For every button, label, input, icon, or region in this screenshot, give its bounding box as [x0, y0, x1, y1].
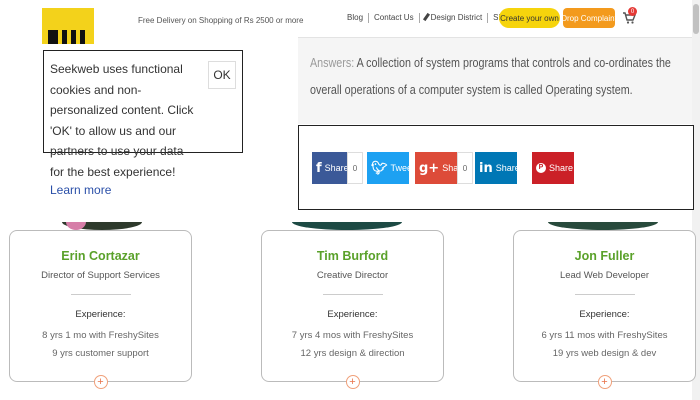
pencil-icon	[422, 12, 430, 22]
team-card-erin: Erin Cortazar Director of Support Servic…	[9, 230, 192, 389]
answer-label: Answers:	[310, 56, 355, 70]
card-divider	[70, 294, 131, 295]
linkedin-share-button[interactable]: in Share	[475, 152, 520, 184]
expand-plus-icon[interactable]: +	[345, 375, 360, 389]
team-member-role: Director of Support Services	[41, 270, 160, 281]
nav-blog[interactable]: Blog	[347, 13, 368, 23]
pinterest-icon: P	[536, 163, 546, 173]
experience-line-2: 12 yrs design & direction	[300, 348, 405, 359]
experience-line-1: 7 yrs 4 mos with FreshySites	[291, 330, 414, 341]
experience-line-1: 6 yrs 11 mos with FreshySites	[541, 330, 668, 341]
facebook-share-button[interactable]: f Share	[312, 152, 349, 184]
team-member-name: Erin Cortazar	[61, 249, 140, 263]
google-plus-icon: g+	[419, 160, 440, 176]
nav-design-district[interactable]: Design District	[418, 12, 488, 23]
facebook-icon: f	[316, 160, 322, 176]
share-box: f Share 0 🐦︎ Tweet g+ Share 0 in Share P Shar…	[298, 125, 694, 210]
top-nav: Blog Contact Us Design District Signup	[347, 11, 523, 25]
free-delivery-promo: Free Delivery on Shopping of Rs 2500 or …	[138, 16, 304, 25]
team-member-role: Lead Web Developer	[559, 270, 650, 281]
cart-count-badge: 0	[628, 7, 637, 16]
drop-complaint-button[interactable]: Drop Complaint	[561, 8, 617, 28]
experience-line-2: 9 yrs customer support	[52, 348, 149, 359]
experience-line-2: 19 yrs web design & dev	[552, 348, 657, 359]
team-member-name: Jon Fuller	[574, 249, 635, 263]
scrollbar-thumb[interactable]	[693, 4, 699, 34]
team-member-role: Creative Director	[316, 270, 389, 281]
team-card-jon: Jon Fuller Lead Web Developer Experience…	[513, 230, 696, 389]
cookie-notice-text: Seekweb uses functional cookies and non-…	[50, 62, 194, 179]
answer-text-block: Answers: A collection of system programs…	[310, 50, 684, 104]
experience-heading: Experience:	[75, 309, 126, 320]
cookie-ok-button[interactable]: OK	[208, 61, 236, 89]
pinterest-share-button[interactable]: P Share	[532, 152, 574, 184]
team-photo-tim	[292, 222, 402, 230]
answer-section: Answers: A collection of system programs…	[298, 38, 692, 124]
pinterest-share-label: Share	[549, 163, 574, 173]
expand-plus-icon[interactable]: +	[597, 375, 612, 389]
team-card-tim: Tim Burford Creative Director Experience…	[261, 230, 444, 389]
experience-heading: Experience:	[327, 309, 378, 320]
card-divider	[574, 294, 635, 295]
google-plus-share-button[interactable]: g+ Share	[415, 152, 466, 184]
facebook-share-count: 0	[347, 152, 363, 184]
google-plus-share-count: 0	[457, 152, 473, 184]
linkedin-share-label: Share	[495, 163, 520, 173]
create-your-own-button[interactable]: Create your own	[499, 8, 560, 28]
nav-design-district-label: Design District	[430, 13, 483, 22]
experience-line-1: 8 yrs 1 mo with FreshySites	[42, 330, 159, 341]
twitter-icon: 🐦︎	[371, 160, 388, 176]
twitter-tweet-label: Tweet	[390, 163, 415, 173]
expand-plus-icon[interactable]: +	[93, 375, 108, 389]
site-logo[interactable]	[42, 8, 94, 44]
team-photo-jon	[548, 222, 658, 230]
experience-heading: Experience:	[579, 309, 630, 320]
twitter-tweet-button[interactable]: 🐦︎ Tweet	[367, 152, 415, 184]
linkedin-icon: in	[479, 160, 493, 176]
cookie-learn-more-link[interactable]: Learn more	[50, 183, 111, 197]
facebook-share-label: Share	[324, 163, 349, 173]
team-member-name: Tim Burford	[316, 249, 389, 263]
answer-text: A collection of system programs that con…	[310, 56, 671, 97]
card-divider	[322, 294, 383, 295]
nav-contact-us[interactable]: Contact Us	[368, 13, 419, 23]
